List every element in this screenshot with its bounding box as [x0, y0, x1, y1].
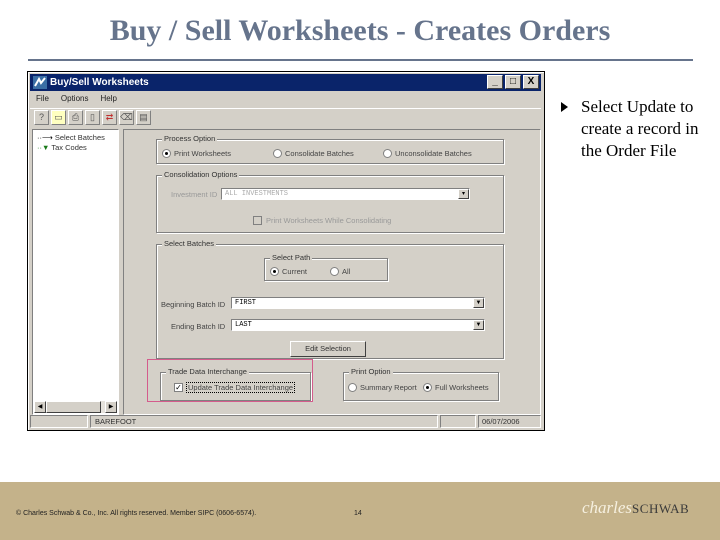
- radio-unconsolidate-batches[interactable]: [383, 149, 392, 158]
- radio-summary-report[interactable]: [348, 383, 357, 392]
- ending-batch-combo[interactable]: LAST ▼: [231, 319, 485, 331]
- menu-bar: File Options Help: [30, 92, 541, 106]
- tree-item-select-batches[interactable]: ··⟶ Select Batches: [37, 133, 105, 142]
- report-icon[interactable]: ▤: [136, 110, 151, 125]
- beginning-batch-combo[interactable]: FIRST ▼: [231, 297, 485, 309]
- logo-script: charles: [582, 498, 633, 517]
- group-legend: Select Batches: [162, 239, 217, 248]
- radio-print-worksheets[interactable]: [162, 149, 171, 158]
- arrow-icon: ··⟶: [37, 133, 53, 142]
- app-icon: [33, 76, 47, 89]
- radio-label: All: [342, 267, 351, 276]
- group-legend: Select Path: [270, 253, 313, 262]
- window-titlebar[interactable]: Buy/Sell Worksheets _ □ X: [30, 74, 541, 91]
- consolidation-options-group: Consolidation Options Investment ID ALL …: [156, 170, 504, 233]
- help-icon[interactable]: ?: [34, 110, 49, 125]
- tree-item-label: Select Batches: [54, 133, 105, 142]
- menu-help[interactable]: Help: [100, 92, 116, 106]
- radio-label: Summary Report: [360, 383, 417, 392]
- slide-title: Buy / Sell Worksheets - Creates Orders: [109, 14, 611, 47]
- maximize-button[interactable]: □: [505, 75, 521, 89]
- eraser-icon[interactable]: ⌫: [119, 110, 134, 125]
- scroll-right-icon[interactable]: ▶: [105, 401, 117, 413]
- group-legend: Print Option: [349, 367, 393, 376]
- group-legend: Consolidation Options: [162, 170, 240, 179]
- chevron-down-icon[interactable]: ▼: [473, 298, 484, 308]
- beginning-batch-label: Beginning Batch ID: [161, 300, 226, 309]
- logo-caps: SCHWAB: [632, 501, 690, 516]
- combo-value: LAST: [235, 321, 252, 329]
- radio-consolidate-batches[interactable]: [273, 149, 282, 158]
- menu-options[interactable]: Options: [61, 92, 89, 106]
- bullet-triangle-icon: [561, 102, 568, 112]
- refresh-icon[interactable]: ⇄: [102, 110, 117, 125]
- open-folder-icon[interactable]: ▭: [51, 110, 66, 125]
- chevron-down-icon[interactable]: ▼: [473, 320, 484, 330]
- edit-selection-button[interactable]: Edit Selection: [290, 341, 366, 357]
- status-date: 06/07/2006: [478, 415, 541, 428]
- tree-horizontal-scrollbar[interactable]: ◀ ▶: [34, 401, 117, 413]
- app-window: Buy/Sell Worksheets _ □ X File Options H…: [27, 71, 545, 431]
- print-while-consolidating-checkbox[interactable]: [253, 216, 262, 225]
- combo-value: ALL INVESTMENTS: [225, 190, 289, 198]
- radio-full-worksheets[interactable]: [423, 383, 432, 392]
- slide-footer: © Charles Schwab & Co., Inc. All rights …: [0, 482, 720, 540]
- radio-label: Print Worksheets: [174, 149, 231, 158]
- tree-item-tax-codes[interactable]: ··▼ Tax Codes: [37, 143, 87, 152]
- toolbar: ? ▭ ⎙ ▯ ⇄ ⌫ ▤: [30, 108, 541, 126]
- radio-current[interactable]: [270, 267, 279, 276]
- tree-item-label: Tax Codes: [51, 143, 87, 152]
- group-legend: Process Option: [162, 134, 218, 143]
- print-option-group: Print Option Summary Report Full Workshe…: [343, 367, 499, 401]
- process-option-group: Process Option Print Worksheets Consolid…: [156, 134, 504, 164]
- options-panel: Process Option Print Worksheets Consolid…: [123, 129, 541, 415]
- schwab-logo: charlesSCHWAB: [582, 498, 689, 518]
- select-path-group: Select Path Current All: [264, 253, 388, 281]
- bullet-text: Select Update to create a record in the …: [581, 97, 699, 160]
- scroll-left-icon[interactable]: ◀: [34, 401, 46, 413]
- investment-id-combo[interactable]: ALL INVESTMENTS ▾: [221, 188, 470, 200]
- chevron-down-icon[interactable]: ▾: [458, 189, 469, 199]
- investment-id-label: Investment ID: [171, 190, 218, 199]
- checkbox-label: Print Worksheets While Consolidating: [266, 216, 392, 225]
- page-number: 14: [354, 510, 362, 517]
- highlight-callout: [147, 359, 313, 402]
- status-pane-empty: [440, 415, 476, 428]
- navigation-tree: ··⟶ Select Batches ··▼ Tax Codes ◀ ▶: [32, 129, 119, 415]
- clipboard-icon[interactable]: ▯: [85, 110, 100, 125]
- green-triangle-icon: ··▼: [37, 143, 50, 152]
- print-icon[interactable]: ⎙: [68, 110, 83, 125]
- title-divider: [28, 59, 693, 61]
- ending-batch-label: Ending Batch ID: [171, 322, 226, 331]
- select-batches-group: Select Batches Select Path Current All B…: [156, 239, 504, 359]
- radio-all[interactable]: [330, 267, 339, 276]
- close-button[interactable]: X: [523, 75, 539, 89]
- copyright-text: © Charles Schwab & Co., Inc. All rights …: [16, 510, 257, 517]
- menu-file[interactable]: File: [36, 92, 49, 106]
- combo-value: FIRST: [235, 299, 257, 307]
- status-user: BAREFOOT: [90, 415, 438, 428]
- status-pane-empty: [30, 415, 88, 428]
- radio-label: Current: [282, 267, 308, 276]
- window-title: Buy/Sell Worksheets: [50, 77, 149, 88]
- radio-label: Unconsolidate Batches: [395, 149, 472, 158]
- scroll-thumb[interactable]: [46, 401, 101, 413]
- radio-label: Full Worksheets: [435, 383, 489, 392]
- minimize-button[interactable]: _: [487, 75, 503, 89]
- radio-label: Consolidate Batches: [285, 149, 354, 158]
- status-bar: BAREFOOT 06/07/2006: [30, 415, 541, 428]
